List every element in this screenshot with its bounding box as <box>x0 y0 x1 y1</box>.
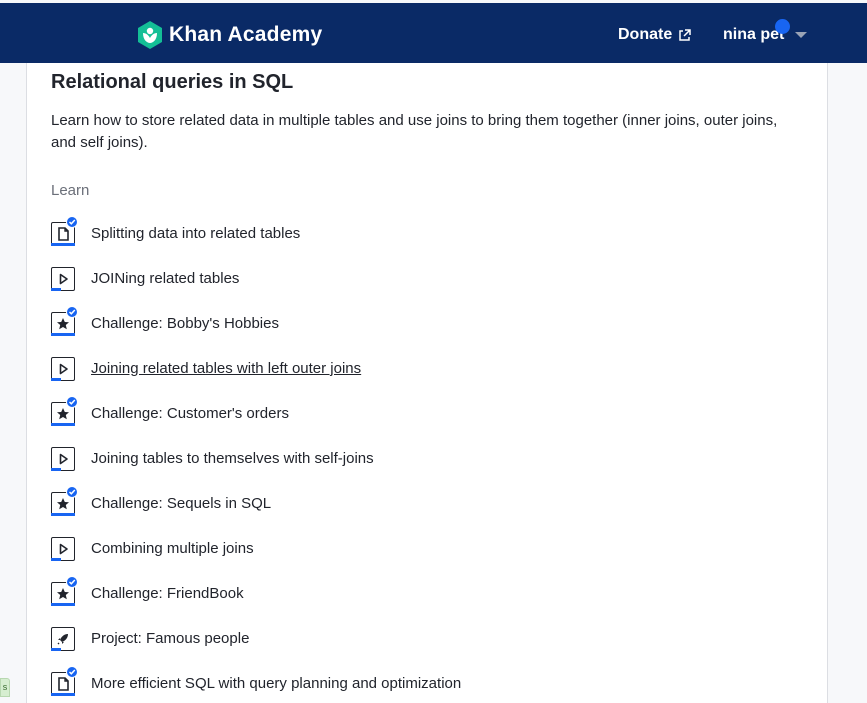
khan-academy-logo[interactable]: Khan Academy <box>137 20 322 50</box>
checkmark-icon <box>66 216 78 228</box>
progress-bar <box>51 603 75 606</box>
lesson-item-label: Joining tables to themselves with self-j… <box>91 449 374 467</box>
lesson-item[interactable]: More efficient SQL with query planning a… <box>51 666 462 698</box>
chevron-down-icon <box>795 32 808 38</box>
lesson-item-label: Challenge: Customer's orders <box>91 404 289 422</box>
progress-bar <box>51 378 61 381</box>
lesson-item-label: Challenge: Bobby's Hobbies <box>91 314 279 332</box>
play-icon <box>59 453 68 465</box>
lesson-type-icon <box>51 265 75 291</box>
progress-bar <box>51 693 75 696</box>
lesson-item-label: Combining multiple joins <box>91 539 254 557</box>
lesson-type-icon <box>51 486 78 516</box>
progress-bar <box>51 423 75 426</box>
article-icon <box>58 227 69 241</box>
khan-academy-leaf-logo-icon <box>138 21 162 49</box>
progress-bar <box>51 288 61 291</box>
progress-bar <box>51 468 61 471</box>
unit-content-card: Relational queries in SQL Learn how to s… <box>26 63 828 703</box>
play-icon <box>59 273 68 285</box>
lesson-type-icon <box>51 216 78 246</box>
donate-link[interactable]: Donate <box>618 26 691 44</box>
lesson-type-icon <box>51 306 78 336</box>
lesson-item[interactable]: Project: Famous people <box>51 623 249 653</box>
star-icon <box>57 408 69 420</box>
lesson-type-icon <box>51 666 78 696</box>
lesson-type-icon <box>51 625 75 651</box>
lesson-item-label: Challenge: FriendBook <box>91 584 244 602</box>
donate-label: Donate <box>618 26 673 43</box>
lesson-item[interactable]: Challenge: Bobby's Hobbies <box>51 306 279 338</box>
lesson-item-label: Splitting data into related tables <box>91 224 301 242</box>
article-icon <box>58 677 69 691</box>
lesson-item-label: More efficient SQL with query planning a… <box>91 674 462 692</box>
play-icon <box>59 363 68 375</box>
star-icon <box>57 498 69 510</box>
brand-name: Khan Academy <box>169 23 323 46</box>
lesson-item-label: JOINing related tables <box>91 269 240 287</box>
progress-bar <box>51 513 75 516</box>
lesson-type-icon <box>51 535 75 561</box>
progress-bar <box>51 243 75 246</box>
progress-bar <box>51 333 75 336</box>
lesson-item[interactable]: Splitting data into related tables <box>51 216 301 248</box>
lesson-item[interactable]: JOINing related tables <box>51 263 239 293</box>
lesson-type-icon <box>51 576 78 606</box>
rocket-icon <box>57 634 68 645</box>
checkmark-icon <box>66 576 78 588</box>
lesson-item-label: Challenge: Sequels in SQL <box>91 494 272 512</box>
lesson-item-label: Joining related tables with left outer j… <box>91 359 362 377</box>
star-icon <box>57 318 69 330</box>
lesson-item[interactable]: Challenge: Sequels in SQL <box>51 486 272 518</box>
unit-title: Relational queries in SQL <box>51 71 294 93</box>
progress-bar <box>51 558 61 561</box>
checkmark-icon <box>66 666 78 678</box>
lesson-type-icon <box>51 396 78 426</box>
unit-description: Learn how to store related data in multi… <box>51 112 778 151</box>
checkmark-icon <box>66 306 78 318</box>
play-icon <box>59 543 68 555</box>
lesson-item[interactable]: Challenge: Customer's orders <box>51 396 289 428</box>
progress-bar <box>51 648 61 651</box>
star-icon <box>57 588 69 600</box>
checkmark-icon <box>66 396 78 408</box>
lesson-item[interactable]: Joining related tables with left outer j… <box>51 353 361 383</box>
lesson-item[interactable]: Combining multiple joins <box>51 533 254 563</box>
lesson-item[interactable]: Joining tables to themselves with self-j… <box>51 443 374 473</box>
lesson-type-icon <box>51 355 75 381</box>
lesson-item-label: Project: Famous people <box>91 629 250 647</box>
external-link-icon <box>679 28 691 41</box>
notification-dot <box>775 19 790 34</box>
checkmark-icon <box>66 486 78 498</box>
section-label-learn: Learn <box>51 182 90 199</box>
user-menu-button[interactable]: nina pet <box>723 19 808 44</box>
side-tab[interactable]: s <box>0 678 10 697</box>
lesson-type-icon <box>51 445 75 471</box>
lesson-item[interactable]: Challenge: FriendBook <box>51 576 244 608</box>
top-nav-bar: Khan Academy Donate nina pet <box>0 3 867 63</box>
